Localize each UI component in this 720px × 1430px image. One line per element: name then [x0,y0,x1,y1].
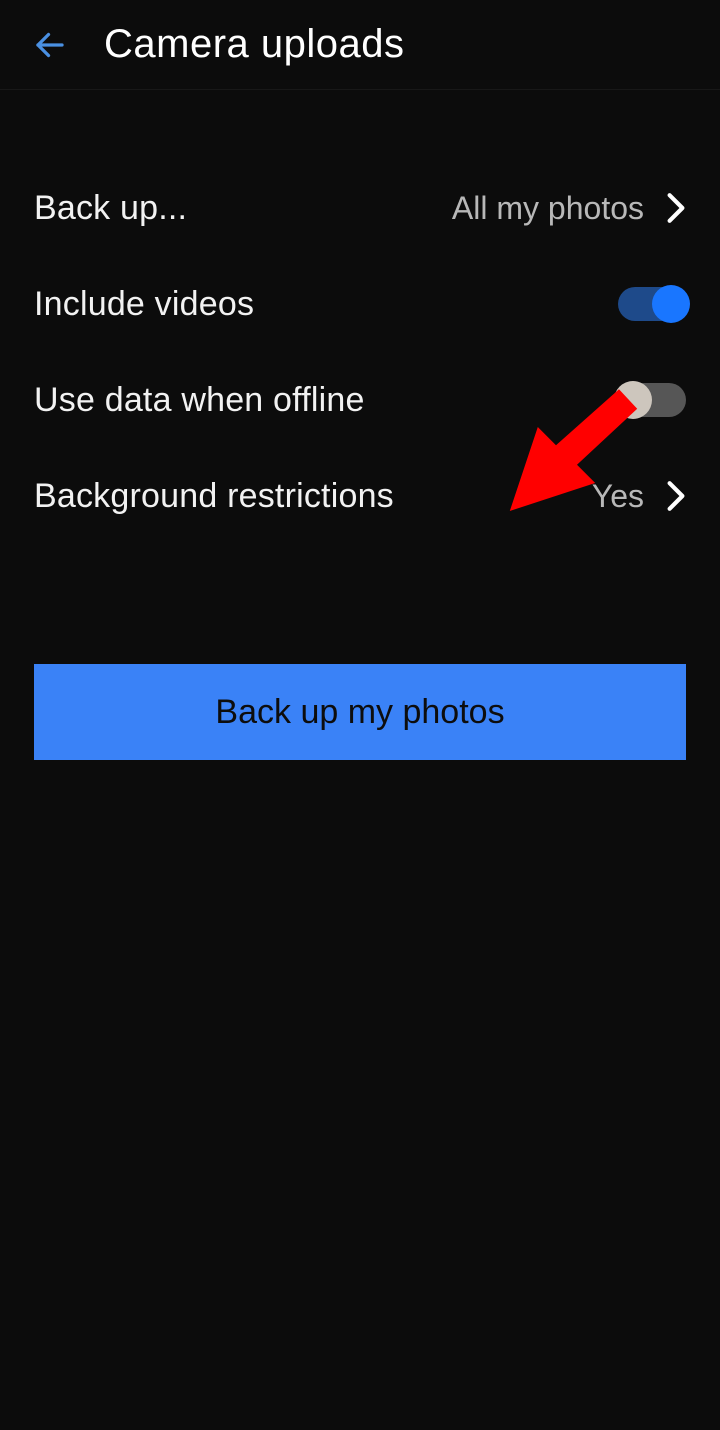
row-value: All my photos [452,190,644,227]
toggle-knob [652,285,690,323]
back-up-my-photos-button[interactable]: Back up my photos [34,664,686,760]
row-label: Back up... [34,189,187,228]
row-label: Background restrictions [34,477,394,516]
header: Camera uploads [0,0,720,90]
toggle-include-videos[interactable] [618,287,686,321]
chevron-right-icon [666,480,686,512]
toggle-knob [614,381,652,419]
camera-uploads-screen: Camera uploads Back up... All my photos … [0,0,720,1430]
page-title: Camera uploads [104,22,405,67]
back-button[interactable] [20,27,80,63]
row-include-videos: Include videos [0,256,720,352]
back-arrow-icon [32,27,68,63]
row-use-data-offline: Use data when offline [0,352,720,448]
row-label: Include videos [34,285,254,324]
row-background-restrictions[interactable]: Background restrictions Yes [0,448,720,544]
row-value: Yes [592,478,644,515]
toggle-use-data-offline[interactable] [618,383,686,417]
settings-list: Back up... All my photos Include videos … [0,90,720,760]
row-label: Use data when offline [34,381,365,420]
chevron-right-icon [666,192,686,224]
row-back-up[interactable]: Back up... All my photos [0,160,720,256]
